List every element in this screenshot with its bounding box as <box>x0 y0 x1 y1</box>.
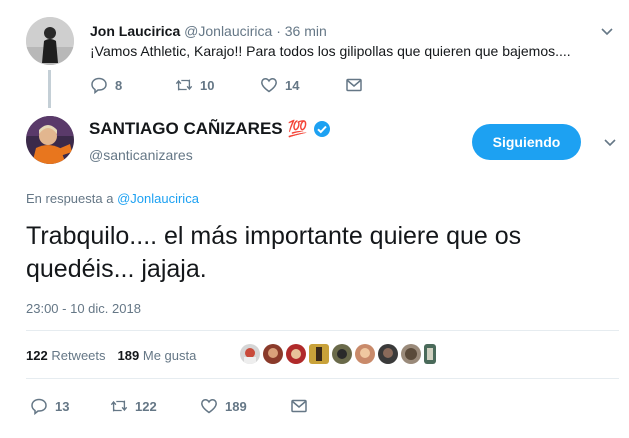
avatar-jon[interactable] <box>26 17 74 65</box>
tweet-actions: 13 122 189 <box>30 397 308 415</box>
retweet-button[interactable]: 122 <box>110 397 200 415</box>
reply-to-link[interactable]: @Jonlaucirica <box>117 191 199 206</box>
dm-button[interactable] <box>290 397 308 415</box>
like-button[interactable]: 14 <box>260 76 345 94</box>
author-handle[interactable]: @santicanizares <box>89 147 193 163</box>
following-label: Siguiendo <box>492 134 561 150</box>
chevron-down-icon[interactable] <box>602 134 618 150</box>
retweets-stat[interactable]: 122 Retweets <box>26 348 106 363</box>
dm-icon <box>291 399 307 413</box>
divider <box>26 378 619 379</box>
liker-avatar[interactable] <box>401 344 421 364</box>
reply-button[interactable]: 13 <box>30 397 110 415</box>
liker-avatar[interactable] <box>240 344 260 364</box>
retweet-count: 122 <box>135 398 157 414</box>
likes-label: Me gusta <box>142 348 197 363</box>
reply-count: 8 <box>115 77 123 93</box>
tweet-time[interactable]: 36 min <box>285 23 327 39</box>
verified-badge-icon <box>313 120 331 138</box>
retweets-label: Retweets <box>51 348 106 363</box>
dm-button[interactable] <box>345 76 363 94</box>
retweet-icon <box>175 79 193 91</box>
reply-icon <box>91 77 107 94</box>
likes-stat[interactable]: 189 Me gusta <box>118 348 197 363</box>
likes-value: 189 <box>117 348 140 363</box>
retweet-button[interactable]: 10 <box>175 76 260 94</box>
heart-icon <box>261 78 277 93</box>
liker-avatar[interactable] <box>424 344 436 364</box>
likers-avatars[interactable] <box>240 344 439 364</box>
tweet-text-line-2: quedéis... jajaja. <box>26 255 207 283</box>
thread-line <box>48 70 51 108</box>
liker-avatar[interactable] <box>309 344 329 364</box>
reply-button[interactable]: 8 <box>90 76 175 94</box>
dm-icon <box>346 78 362 92</box>
author-name[interactable]: SANTIAGO CAÑIZARES <box>89 119 283 139</box>
retweets-value: 122 <box>26 348 48 363</box>
tweet-text-line-1: Trabquilo.... el más importante quiere q… <box>26 222 522 250</box>
liker-avatar[interactable] <box>378 344 398 364</box>
tweet-timestamp[interactable]: 23:00 - 10 dic. 2018 <box>26 301 141 316</box>
liker-avatar[interactable] <box>286 344 306 364</box>
heart-icon <box>201 399 217 414</box>
liker-avatar[interactable] <box>263 344 283 364</box>
retweet-icon <box>110 400 128 412</box>
author-name[interactable]: Jon Laucirica <box>90 23 180 39</box>
following-button[interactable]: Siguiendo <box>472 124 581 160</box>
divider <box>26 330 619 331</box>
reply-count: 13 <box>55 398 70 414</box>
reply-prefix: En respuesta a <box>26 191 114 206</box>
separator: · <box>276 23 281 39</box>
like-button[interactable]: 189 <box>200 397 290 415</box>
tweet-actions: 8 10 14 <box>90 76 363 94</box>
chevron-down-icon[interactable] <box>599 23 615 39</box>
hundred-emoji: 💯 <box>287 121 308 138</box>
author-handle[interactable]: @Jonlaucirica <box>184 23 272 39</box>
liker-avatar[interactable] <box>355 344 375 364</box>
like-count: 14 <box>285 77 300 93</box>
like-count: 189 <box>225 398 247 414</box>
avatar-santi[interactable] <box>26 116 74 164</box>
reply-icon <box>31 398 47 415</box>
retweet-count: 10 <box>200 77 215 93</box>
tweet-text: ¡Vamos Athletic, Karajo!! Para todos los… <box>90 43 571 59</box>
liker-avatar[interactable] <box>332 344 352 364</box>
